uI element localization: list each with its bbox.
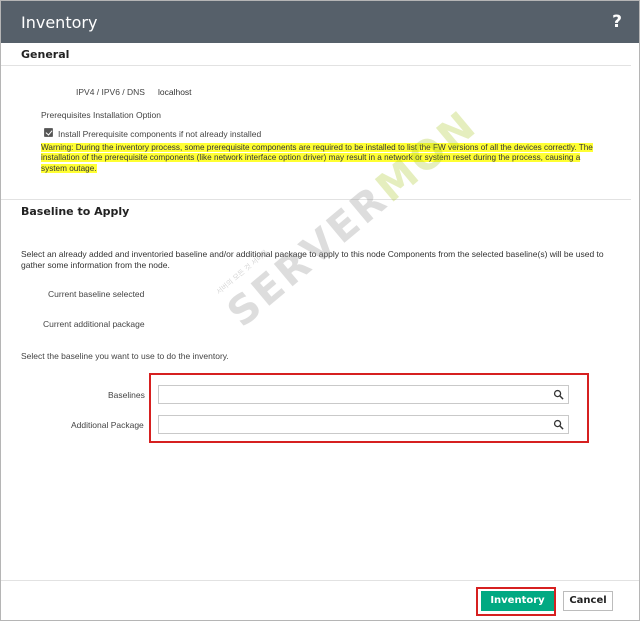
- dialog-titlebar: Inventory ?: [1, 1, 639, 43]
- prereq-option-label: Prerequisites Installation Option: [41, 110, 162, 120]
- baseline-section-title: Baseline to Apply: [21, 205, 130, 218]
- host-label: IPV4 / IPV6 / DNS: [76, 87, 145, 97]
- inventory-dialog: Inventory ? General IPV4 / IPV6 / DNS lo…: [0, 0, 640, 621]
- general-section-title: General: [21, 48, 70, 61]
- current-package-label: Current additional package: [43, 319, 145, 329]
- cancel-button[interactable]: Cancel: [563, 591, 613, 611]
- footer-divider: [1, 580, 639, 581]
- warning-text: Warning: During the inventory process, s…: [41, 143, 593, 173]
- current-baseline-label: Current baseline selected: [48, 289, 145, 299]
- baseline-description: Select an already added and inventoried …: [21, 249, 604, 270]
- baselines-label: Baselines: [108, 390, 145, 400]
- prereq-checkbox-label[interactable]: Install Prerequisite components if not a…: [58, 129, 261, 139]
- dialog-title: Inventory: [21, 13, 98, 32]
- host-value: localhost: [158, 87, 192, 97]
- warning-message: Warning: During the inventory process, s…: [41, 143, 601, 174]
- baseline-instruction: Select the baseline you want to use to d…: [21, 351, 229, 361]
- annotation-highlight-button: [476, 587, 556, 616]
- general-divider: [1, 65, 631, 66]
- annotation-highlight-fields: [149, 373, 589, 443]
- section-divider: [1, 199, 631, 200]
- prereq-checkbox[interactable]: [44, 128, 53, 137]
- package-label: Additional Package: [71, 420, 144, 430]
- help-icon[interactable]: ?: [612, 12, 622, 32]
